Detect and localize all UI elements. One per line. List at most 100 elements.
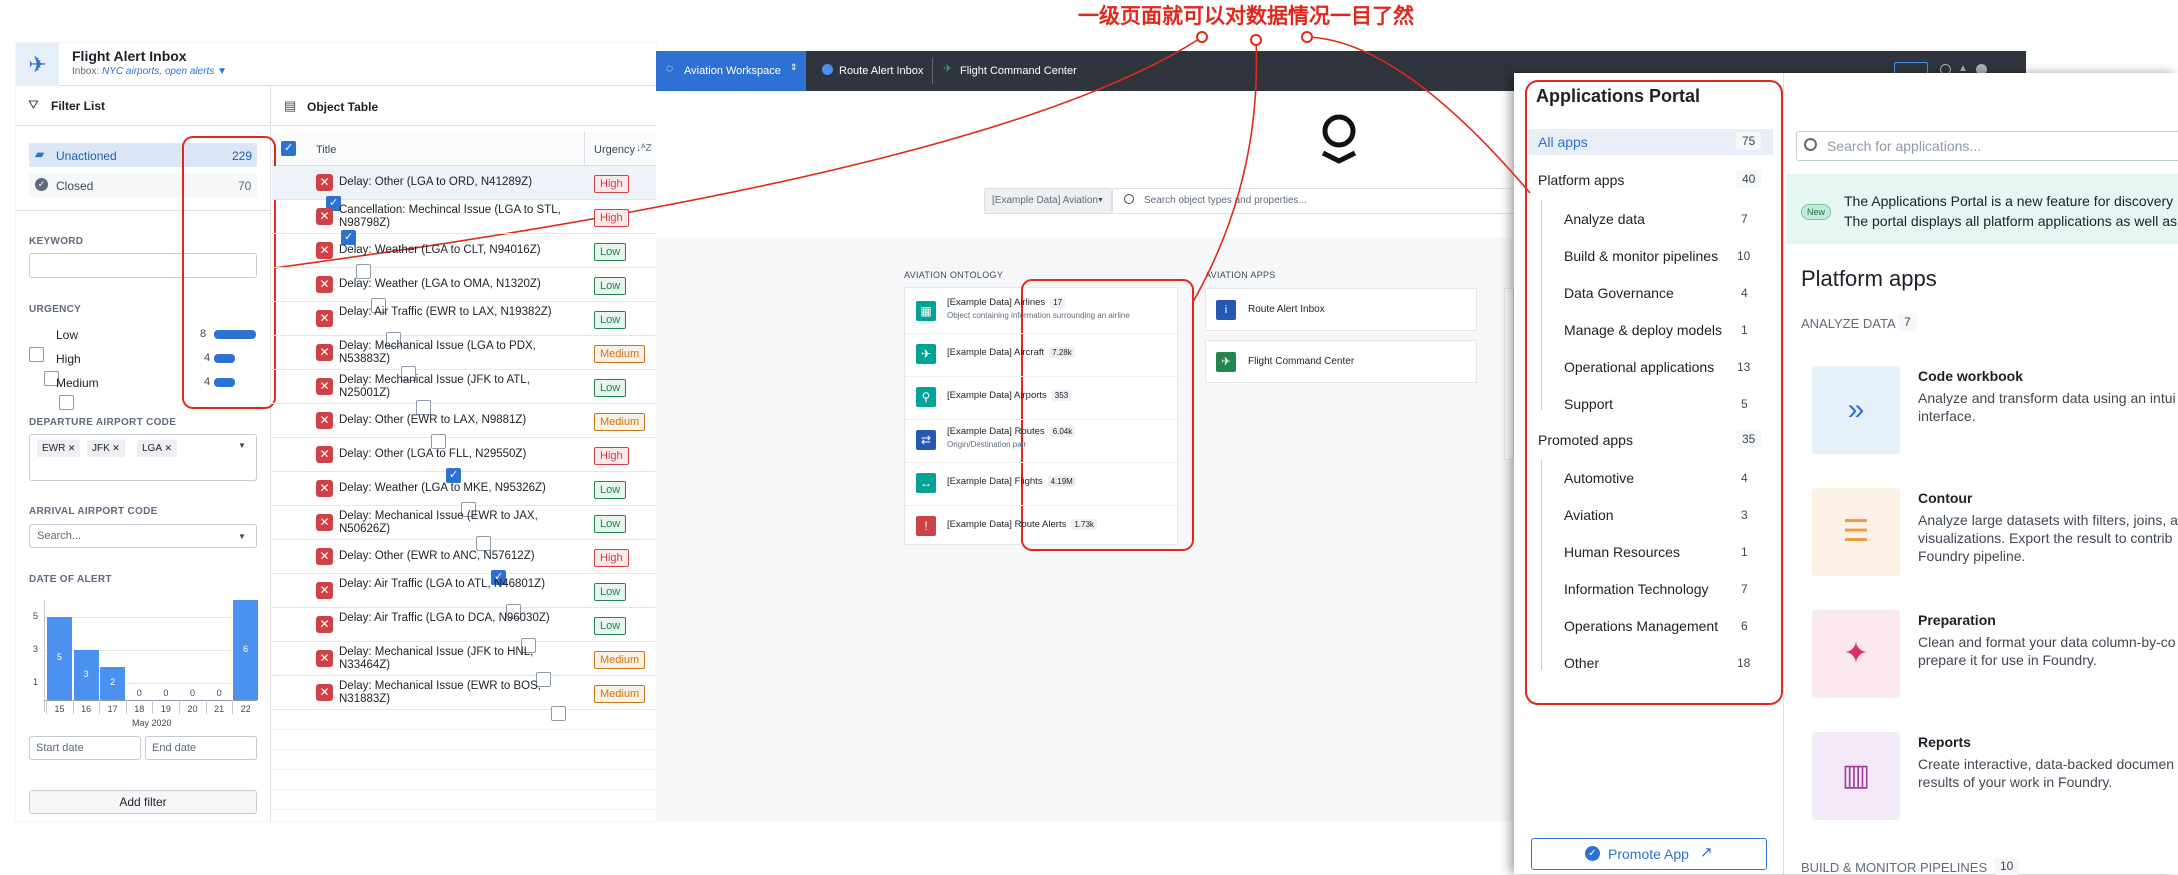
ontology-item[interactable]: [Example Data] Routes 6.04k — [947, 426, 1076, 437]
app-card-icon[interactable]: ✦ — [1812, 610, 1900, 698]
ontology-item[interactable]: [Example Data] Airports 353 — [947, 390, 1072, 401]
alert-x-icon: ✕ — [316, 480, 333, 497]
nav-platform-item[interactable]: Operational applications — [1564, 359, 1714, 375]
row-title[interactable]: Delay: Other (LGA to ORD, N41289Z) — [339, 176, 579, 189]
nav-promoted-item[interactable]: Information Technology — [1564, 581, 1709, 597]
ontology-divider — [905, 462, 1177, 463]
row-title[interactable]: Delay: Air Traffic (LGA to DCA, N96030Z) — [339, 612, 579, 625]
gridline — [45, 616, 257, 618]
object-type-icon: ✈ — [916, 344, 936, 364]
nav-item-count: 4 — [1741, 471, 1748, 485]
empty-row — [272, 750, 656, 770]
app-card-description: Analyze large datasets with filters, joi… — [1918, 512, 2178, 528]
alert-x-icon: ✕ — [316, 378, 333, 395]
app-card-title[interactable]: Contour — [1918, 490, 1972, 506]
urgency-badge: Medium — [594, 413, 646, 431]
urgency-badge: Low — [594, 617, 627, 635]
urgency-checkbox[interactable] — [29, 347, 44, 362]
ontology-divider — [905, 505, 1177, 506]
nav-platform-item[interactable]: Build & monitor pipelines — [1564, 248, 1718, 264]
row-title[interactable]: Delay: Weather (LGA to CLT, N94016Z) — [339, 244, 579, 257]
app-card-description: Create interactive, data-backed documen — [1918, 756, 2175, 772]
urgency-option-label: High — [56, 352, 81, 366]
urgency-badge: Medium — [594, 685, 646, 703]
nav-promoted-item[interactable]: Automotive — [1564, 470, 1634, 486]
nav-promoted-item[interactable]: Aviation — [1564, 507, 1614, 523]
x-tick — [125, 700, 127, 714]
x-axis — [44, 700, 257, 701]
nav-item-count: 13 — [1737, 360, 1751, 374]
departure-tag[interactable]: EWR ✕ — [37, 440, 81, 457]
urgency-checkbox[interactable] — [59, 395, 74, 410]
ontology-item[interactable]: [Example Data] Airlines 17 — [947, 297, 1066, 308]
row-title[interactable]: Delay: Mechanical Issue (LGA to PDX, N53… — [339, 340, 579, 366]
row-title[interactable]: Delay: Air Traffic (LGA to ATL, N46801Z) — [339, 578, 579, 591]
alert-x-icon: ✕ — [316, 446, 333, 463]
urgency-count: 4 — [204, 352, 211, 364]
y-tick-label: 3 — [33, 644, 39, 654]
app-card-title[interactable]: Preparation — [1918, 612, 1996, 628]
x-tick — [46, 700, 47, 714]
nav-promoted-item[interactable]: Human Resources — [1564, 544, 1680, 560]
object-type-name: [Example Data] Routes — [947, 426, 1045, 437]
x-axis-label: May 2020 — [132, 718, 172, 728]
nav-promoted-item[interactable]: Operations Management — [1564, 618, 1718, 634]
row-title[interactable]: Delay: Other (LGA to FLL, N29550Z) — [339, 448, 579, 461]
row-title[interactable]: Cancellation: Mechincal Issue (LGA to ST… — [339, 204, 579, 230]
row-title[interactable]: Delay: Weather (LGA to OMA, N1320Z) — [339, 278, 579, 291]
alert-x-icon: ✕ — [316, 616, 333, 633]
app-card-icon[interactable]: » — [1812, 366, 1900, 454]
nav-platform-item[interactable]: Data Governance — [1564, 285, 1674, 301]
x-tick-label: 21 — [214, 704, 225, 714]
app-card-title[interactable]: Reports — [1918, 734, 1971, 750]
nav-platform-item[interactable]: Support — [1564, 396, 1613, 412]
x-tick-label: 18 — [134, 704, 145, 714]
close-icon[interactable]: ✕ — [162, 443, 173, 453]
empty-row — [272, 770, 656, 790]
nav-platform-item[interactable]: Analyze data — [1564, 211, 1645, 227]
departure-tag[interactable]: JFK ✕ — [87, 440, 125, 457]
x-tick — [205, 700, 207, 714]
urgency-count: 8 — [200, 328, 207, 340]
row-title[interactable]: Delay: Mechanical Issue (EWR to BOS, N31… — [339, 680, 579, 706]
ontology-divider — [905, 419, 1177, 420]
x-tick — [152, 700, 154, 714]
nav-item-count: 3 — [1741, 508, 1748, 522]
app-card-title[interactable]: Code workbook — [1918, 368, 2023, 384]
row-title[interactable]: Delay: Mechanical Issue (JFK to ATL, N25… — [339, 374, 579, 400]
urgency-badge: Low — [594, 481, 627, 499]
tag-label: JFK — [92, 443, 110, 454]
highlight-box-portal — [1525, 80, 1783, 705]
close-icon[interactable]: ✕ — [65, 443, 76, 453]
alert-x-icon: ✕ — [316, 650, 333, 667]
close-icon[interactable]: ✕ — [110, 443, 120, 453]
nav-item-count: 1 — [1741, 545, 1748, 559]
ontology-item[interactable]: [Example Data] Route Alerts 1.73k — [947, 519, 1097, 530]
row-title[interactable]: Delay: Other (EWR to LAX, N9881Z) — [339, 414, 579, 427]
object-type-icon: ↔ — [916, 473, 936, 493]
object-type-name: [Example Data] Airlines — [947, 297, 1046, 308]
urgency-badge: Low — [594, 243, 627, 261]
ontology-item[interactable]: [Example Data] Aircraft 7.28k — [947, 347, 1075, 358]
nav-item-count: 1 — [1741, 323, 1748, 337]
urgency-badge: High — [594, 447, 629, 465]
nav-promoted-item[interactable]: Other — [1564, 655, 1599, 671]
departure-tag[interactable]: LGA ✕ — [137, 440, 178, 457]
row-title[interactable]: Delay: Weather (LGA to MKE, N95326Z) — [339, 482, 579, 495]
row-title[interactable]: Delay: Mechanical Issue (JFK to HNL, N33… — [339, 646, 579, 672]
row-title[interactable]: Delay: Mechanical Issue (EWR to JAX, N50… — [339, 510, 579, 536]
object-type-description: Object containing information surroundin… — [947, 311, 1130, 320]
object-count-badge: 17 — [1050, 297, 1066, 308]
app-card-description: Analyze and transform data using an intu… — [1918, 390, 2176, 406]
app-card-icon[interactable]: ☰ — [1812, 488, 1900, 576]
urgency-badge: Low — [594, 277, 627, 295]
alert-x-icon: ✕ — [316, 684, 333, 701]
nav-platform-item[interactable]: Manage & deploy models — [1564, 322, 1722, 338]
row-title[interactable]: Delay: Air Traffic (EWR to LAX, N19382Z) — [339, 306, 579, 319]
aviation-app-card[interactable] — [1205, 288, 1477, 331]
app-card-icon[interactable]: ▥ — [1812, 732, 1900, 820]
y-tick-label: 1 — [33, 677, 39, 688]
row-title[interactable]: Delay: Other (EWR to ANC, N57612Z) — [339, 550, 579, 563]
ontology-item[interactable]: [Example Data] Flights 4.19M — [947, 476, 1076, 487]
callout-line-2 — [1192, 39, 1258, 303]
